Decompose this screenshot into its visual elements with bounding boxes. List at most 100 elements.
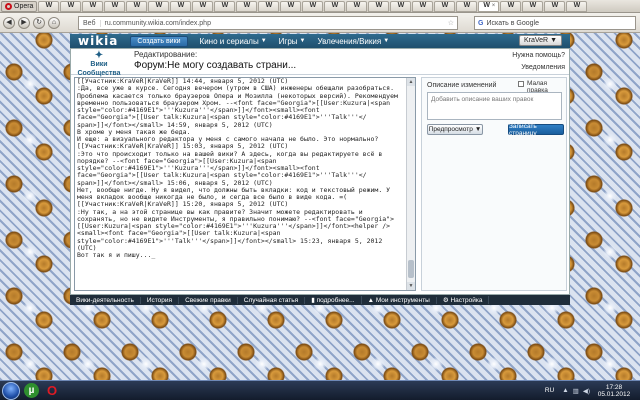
save-page-button[interactable]: Записать страницу <box>508 123 564 137</box>
browser-tab[interactable]: W <box>82 0 104 12</box>
toolbar-random-article[interactable]: Случайная статья <box>238 296 306 304</box>
toolbar-my-tools[interactable]: ▲ Мои инструменты <box>362 296 437 304</box>
start-button[interactable] <box>2 381 20 400</box>
tab-list: W W W W W W W W W W W W W W W W W W W W W × W W W W <box>37 0 588 12</box>
toolbar-history[interactable]: История <box>141 296 180 304</box>
wikitext-line: face="Georgia">[[User talk:Kuzura|<span … <box>77 114 367 122</box>
volume-icon[interactable]: ◀) <box>583 387 590 395</box>
browser-tab[interactable]: W <box>236 0 258 12</box>
home-button[interactable]: ⌂ <box>48 16 60 29</box>
clock[interactable]: 17:28 05.01.2012 <box>594 384 634 398</box>
gear-icon: ⚙ <box>442 297 449 304</box>
bookmark-star-icon[interactable]: ☆ <box>448 19 454 27</box>
summary-placeholder: Добавить описание ваших правок <box>431 96 534 103</box>
wikia-favicon-icon: W <box>353 2 361 9</box>
chevron-down-icon: ▼ <box>550 37 557 44</box>
wikia-favicon-icon: W <box>177 2 185 9</box>
browser-tab[interactable]: W <box>324 0 346 12</box>
clock-time: 17:28 <box>605 383 623 391</box>
browser-tab[interactable]: W <box>280 0 302 12</box>
wikitext-editor[interactable]: [[Участник:KraVeR|KraVeR]] 14:44, января… <box>74 77 416 291</box>
wikia-favicon-icon: W <box>463 2 471 9</box>
community-wiki-name: Вики Сообщества <box>77 61 121 77</box>
wikitext-lines: [[Участник:KraVeR|KraVeR]] 14:44, января… <box>77 78 403 259</box>
browser-tab[interactable]: W × <box>478 0 500 12</box>
create-wiki-button[interactable]: Создать вики <box>130 35 188 47</box>
editor-scrollbar[interactable]: ▲ ▼ <box>406 78 415 290</box>
browser-tab[interactable]: W <box>258 0 280 12</box>
browser-tab[interactable]: W <box>566 0 588 12</box>
back-button[interactable]: ◀ <box>3 16 15 29</box>
forward-button[interactable]: ▶ <box>18 16 30 29</box>
wikitext-line: сохранять, но не видите Инструменты, я п… <box>77 215 394 223</box>
toolbar-customize[interactable]: ⚙ Настройка <box>437 296 490 304</box>
language-indicator[interactable]: RU <box>545 387 554 394</box>
scroll-up-icon[interactable]: ▲ <box>407 78 415 86</box>
menu-movies-label: Кино и сериалы <box>199 36 259 46</box>
help-link[interactable]: Нужна помощь? <box>512 52 565 59</box>
browser-tab[interactable]: W <box>170 0 192 12</box>
user-menu-button[interactable]: KraVeR ▼ <box>518 35 562 46</box>
browser-tab[interactable]: W <box>522 0 544 12</box>
browser-tab[interactable]: W <box>126 0 148 12</box>
browser-tab[interactable]: W <box>500 0 522 12</box>
chevron-down-icon: ▼ <box>474 126 482 133</box>
browser-tab[interactable]: W <box>456 0 478 12</box>
tray-arrow-icon[interactable]: ▲ <box>562 387 568 394</box>
browser-tab[interactable]: W <box>346 0 368 12</box>
edit-summary-input[interactable]: Добавить описание ваших правок <box>427 92 562 120</box>
wikitext-line: [[Участник:KraVeR|KraVeR]] 15:20, января… <box>77 201 289 209</box>
menu-hobbies[interactable]: Увлечения/Викия ▼ <box>317 37 389 46</box>
reload-button[interactable]: ↻ <box>33 16 45 29</box>
search-field[interactable]: G Искать в Google <box>474 16 636 30</box>
wikitext-line: face="Georgia">[[User talk:Kuzura|<span … <box>77 172 367 180</box>
browser-tab[interactable]: W <box>60 0 82 12</box>
wikia-favicon-icon: W <box>199 2 207 9</box>
menu-games[interactable]: Игры ▼ <box>279 37 306 46</box>
url-field[interactable]: Веб ru.community.wikia.com/index.php ☆ <box>78 16 458 30</box>
notifications-link[interactable]: Уведомления <box>521 64 565 71</box>
browser-tab[interactable]: W <box>390 0 412 12</box>
page-title: Форум:Не могу создавать страни... <box>134 60 297 71</box>
scrollbar-thumb[interactable] <box>408 260 414 278</box>
browser-tab[interactable]: W <box>544 0 566 12</box>
wikia-favicon-icon: W <box>221 2 229 9</box>
browser-tab[interactable]: W <box>368 0 390 12</box>
wikia-favicon-icon: W <box>133 2 141 9</box>
network-icon[interactable]: ▥ <box>573 387 579 395</box>
windows-taskbar: µ O RU ▲ ▥ ◀) 17:28 05.01.2012 <box>0 380 640 400</box>
wikia-favicon-icon: W <box>265 2 273 9</box>
menu-games-label: Игры <box>278 36 298 46</box>
wikia-favicon-icon: W <box>419 2 427 9</box>
wikia-favicon-icon: W <box>45 2 53 9</box>
wikia-favicon-icon: W <box>243 2 251 9</box>
chevron-down-icon: ▼ <box>383 38 390 44</box>
editing-label: Редактирование: <box>134 50 198 59</box>
wikia-favicon-icon: W <box>375 2 383 9</box>
browser-tab[interactable]: W <box>148 0 170 12</box>
browser-tab[interactable]: W <box>214 0 236 12</box>
wikitext-line: span>]]</font></small> 15:06, января 5, … <box>77 179 273 187</box>
browser-tab[interactable]: W <box>104 0 126 12</box>
tab-close-icon[interactable]: × <box>492 3 496 9</box>
opera-menu-button[interactable]: Opera <box>1 0 38 12</box>
wikia-logo[interactable]: wikia <box>78 34 118 48</box>
browser-tab[interactable]: W <box>38 0 60 12</box>
toolbar-more[interactable]: ▮ подробнее... <box>305 296 362 304</box>
browser-tab[interactable]: W <box>302 0 324 12</box>
opera-taskbar-icon[interactable]: O <box>43 383 61 399</box>
utorrent-icon[interactable]: µ <box>24 383 39 398</box>
browser-tab[interactable]: W <box>434 0 456 12</box>
minor-edit-checkbox[interactable] <box>518 81 524 87</box>
browser-tab[interactable]: W <box>412 0 434 12</box>
preview-button[interactable]: Предпросмотр ▼ <box>427 124 483 135</box>
community-wiki-logo[interactable]: ✦ Вики Сообщества <box>75 51 123 78</box>
toolbar-more-label: подробнее... <box>316 297 355 304</box>
toolbar-recent-changes[interactable]: Свежие правки <box>179 296 238 304</box>
wikia-favicon-icon: W <box>483 2 490 9</box>
menu-movies[interactable]: Кино и сериалы ▼ <box>200 37 267 46</box>
wikia-favicon-icon: W <box>67 2 75 9</box>
toolbar-wiki-activity[interactable]: Вики-деятельность <box>70 296 141 304</box>
browser-tab[interactable]: W <box>192 0 214 12</box>
scroll-down-icon[interactable]: ▼ <box>407 282 415 290</box>
